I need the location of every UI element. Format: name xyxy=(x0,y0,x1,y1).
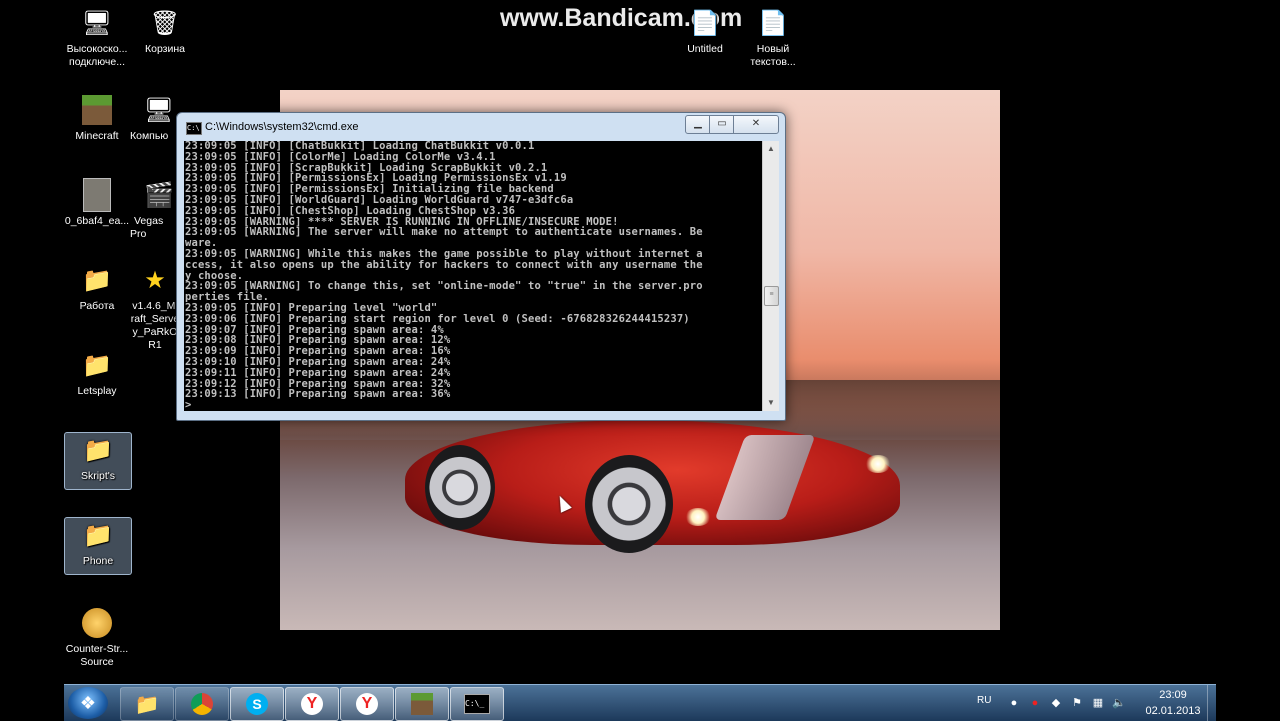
desktop-icon-counter-strike[interactable]: Counter-Str... Source xyxy=(62,606,132,669)
console-line: 23:09:05 [WARNING] The server will make … xyxy=(185,226,703,239)
console-line: > xyxy=(185,399,192,411)
start-button[interactable]: ❖ xyxy=(68,687,108,719)
show-desktop-button[interactable] xyxy=(1207,685,1217,721)
wallpaper-car-headlight xyxy=(865,455,891,473)
clock-time[interactable]: 23:09 xyxy=(1143,689,1203,701)
folder-icon: 📁 xyxy=(83,436,113,464)
desktop-icon-label: Minecraft xyxy=(75,130,119,142)
yandex-browser-icon: Y xyxy=(356,693,378,715)
desktop-icon-label: Counter-Str... Source xyxy=(65,643,129,668)
desktop-icon-new-text-document[interactable]: 📄 Новый текстов... xyxy=(738,6,808,69)
taskbar-chrome-button[interactable] xyxy=(175,687,229,721)
tray-language[interactable]: RU xyxy=(977,695,991,706)
file-icon: 📄 xyxy=(690,9,720,37)
desktop-icon-image-file[interactable]: 0_6baf4_ea... xyxy=(62,178,132,228)
desktop-icon-label: Untitled xyxy=(687,43,723,55)
cmd-titlebar[interactable]: C:\ C:\Windows\system32\cmd.exe ▁ ▭ ✕ xyxy=(177,113,785,141)
desktop-icon-recycle-bin[interactable]: 🗑 Корзина xyxy=(130,6,200,56)
wallpaper-car-wheel xyxy=(585,455,673,553)
desktop-icon-label: Новый текстов... xyxy=(750,43,796,68)
desktop-icon-label: Работа xyxy=(79,300,115,312)
desktop-icon-label: Компью xyxy=(130,130,169,142)
console-line: 23:09:13 [INFO] Preparing spawn area: 36… xyxy=(185,388,451,401)
desktop-icon-phone[interactable]: 📁 Phone xyxy=(64,517,132,575)
desktop-icon-label: Высокоско... подключе... xyxy=(66,43,128,68)
desktop-icon-vegas-pro[interactable]: 🎬 Vegas Pro xyxy=(130,178,180,241)
file-explorer-icon: 📁 xyxy=(134,693,160,716)
folder-icon: 📁 xyxy=(82,351,112,379)
close-button[interactable]: ✕ xyxy=(733,115,779,134)
taskbar-minecraft-button[interactable] xyxy=(395,687,449,721)
desktop-icon-untitled[interactable]: 📄 Untitled xyxy=(670,6,740,56)
desktop-icon-label: Vegas Pro xyxy=(130,215,164,240)
console-output[interactable]: 23:09:05 [INFO] [ChatBukkit] Loading Cha… xyxy=(184,141,762,411)
scroll-down-arrow-icon[interactable]: ▼ xyxy=(763,395,779,411)
minecraft-icon xyxy=(80,93,114,127)
minecraft-icon xyxy=(411,693,433,715)
image-file-icon xyxy=(80,178,114,212)
skype-icon: S xyxy=(246,693,268,715)
taskbar-skype-button[interactable]: S xyxy=(230,687,284,721)
tray-flag-icon[interactable]: ⚑ xyxy=(1070,696,1084,710)
maximize-button[interactable]: ▭ xyxy=(709,115,735,134)
console-line: 23:09:11 [INFO] Preparing spawn area: 24… xyxy=(185,366,451,379)
wallpaper-car-wheel xyxy=(425,445,495,530)
scroll-up-arrow-icon[interactable]: ▲ xyxy=(763,141,779,157)
wallpaper-car-headlight xyxy=(685,508,711,526)
taskbar-explorer-button[interactable]: 📁 xyxy=(120,687,174,721)
cmd-window[interactable]: C:\ C:\Windows\system32\cmd.exe ▁ ▭ ✕ 23… xyxy=(176,112,786,421)
folder-icon: 📁 xyxy=(82,266,112,294)
tray-yandex-icon[interactable]: ● xyxy=(1007,696,1021,710)
recycle-bin-icon: 🗑 xyxy=(149,9,181,37)
counter-strike-icon xyxy=(80,606,114,640)
desktop-icon-label: Phone xyxy=(82,555,114,567)
folder-icon: 📁 xyxy=(83,521,113,549)
cmd-icon: C:\_ xyxy=(464,694,490,714)
desktop-icon-network[interactable]: 🖥 Высокоско... подключе... xyxy=(62,6,132,69)
cmd-icon: C:\ xyxy=(186,122,202,135)
console-scrollbar[interactable]: ▲ ≡ ▼ xyxy=(762,141,779,411)
star-icon: ★ xyxy=(144,266,166,294)
console-line: 23:09:06 [INFO] Preparing start region f… xyxy=(185,312,690,325)
console-line: ccess, it also opens up the ability for … xyxy=(185,258,703,271)
taskbar-yandex-button-2[interactable]: Y xyxy=(340,687,394,721)
computer-icon: 🖥 xyxy=(143,96,175,124)
clock-date[interactable]: 02.01.2013 xyxy=(1143,705,1203,717)
console-line: 23:09:05 [INFO] [ChestShop] Loading Ches… xyxy=(185,204,516,217)
chrome-icon xyxy=(191,693,213,715)
desktop-icon-label: Letsplay xyxy=(77,385,117,397)
yandex-browser-icon: Y xyxy=(301,693,323,715)
taskbar: ❖ 📁 S Y Y C:\_ RU ● ● ◆ ⚑ ▦ 🔈 23:09 02.0… xyxy=(64,684,1216,721)
console-line: 23:09:05 [INFO] [ColorMe] Loading ColorM… xyxy=(185,150,496,163)
network-connection-icon: 🖥 xyxy=(81,9,113,37)
vegas-pro-icon: 🎬 xyxy=(144,181,174,209)
taskbar-yandex-button[interactable]: Y xyxy=(285,687,339,721)
desktop-icon-minecraft-server[interactable]: ★ v1.4.6_Mi raft_Serve y_PaRkO R1 xyxy=(130,263,180,352)
desktop-icon-rabota[interactable]: 📁 Работа xyxy=(62,263,132,313)
console-line: 23:09:05 [WARNING] To change this, set "… xyxy=(185,280,703,293)
tray-shield-icon[interactable]: ◆ xyxy=(1049,696,1063,710)
desktop-icon-label: Корзина xyxy=(145,43,185,55)
console-text: 23:09:05 [INFO] [ChatBukkit] Loading Cha… xyxy=(184,141,762,411)
desktop-icon-label: Skript's xyxy=(80,470,116,482)
tray-record-icon[interactable]: ● xyxy=(1028,696,1042,710)
text-document-icon: 📄 xyxy=(758,9,788,37)
desktop-icon-letsplay[interactable]: 📁 Letsplay xyxy=(62,348,132,398)
desktop-icon-label: v1.4.6_Mi raft_Serve y_PaRkO R1 xyxy=(130,300,180,351)
desktop-icon-computer[interactable]: 🖥 Компью xyxy=(130,93,180,143)
minimize-button[interactable]: ▁ xyxy=(685,115,711,134)
desktop-icon-label: 0_6baf4_ea... xyxy=(64,215,130,227)
taskbar-cmd-button[interactable]: C:\_ xyxy=(450,687,504,721)
desktop-icon-skripts[interactable]: 📁 Skript's xyxy=(64,432,132,490)
tray-volume-icon[interactable]: 🔈 xyxy=(1112,696,1126,710)
tray-network-icon[interactable]: ▦ xyxy=(1091,696,1105,710)
scroll-thumb[interactable]: ≡ xyxy=(764,286,779,306)
cmd-window-title: C:\Windows\system32\cmd.exe xyxy=(205,121,359,133)
windows-logo-icon: ❖ xyxy=(79,693,97,713)
desktop-icon-minecraft[interactable]: Minecraft xyxy=(62,93,132,143)
